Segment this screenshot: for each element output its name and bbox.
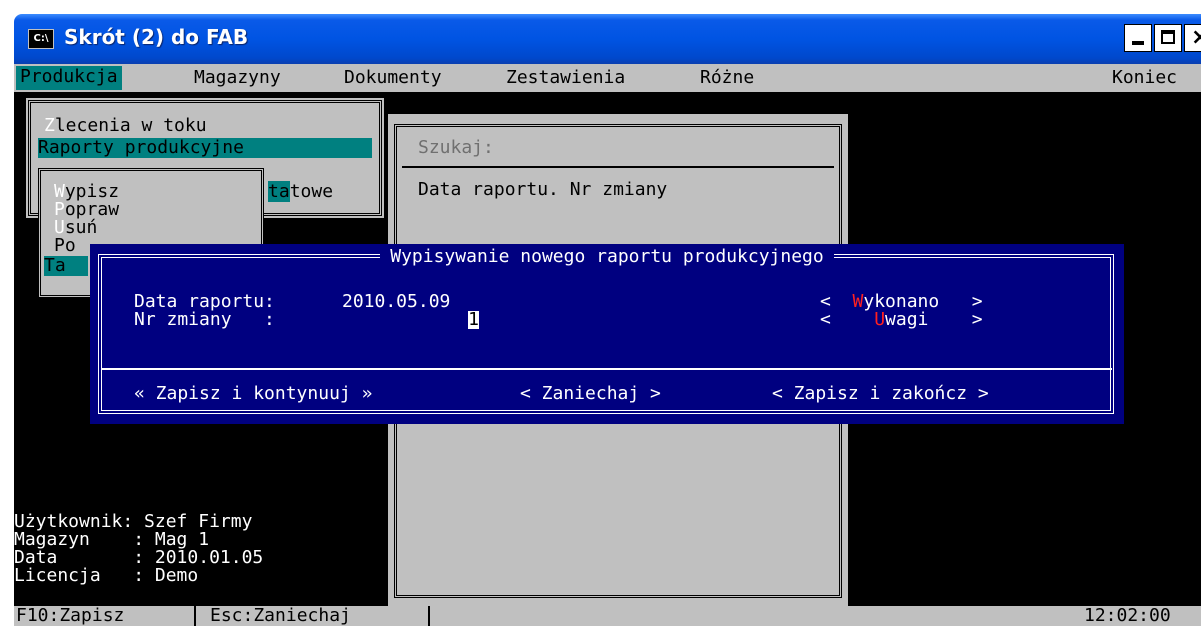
save-close-button[interactable]: < Zapisz i zakończ > <box>772 384 989 404</box>
search-label: Szukaj: <box>418 137 494 158</box>
submenu-item-po[interactable]: Po <box>54 236 76 256</box>
status-divider <box>194 606 196 626</box>
date-input[interactable]: 2010.05.09 <box>342 292 450 312</box>
status-divider <box>428 606 430 626</box>
status-clock: 12:02:00 <box>1084 605 1171 626</box>
shift-input[interactable]: 1 <box>468 310 479 330</box>
status-esc[interactable]: Esc:Zaniechaj <box>210 606 351 626</box>
cancel-button[interactable]: < Zaniechaj > <box>520 384 661 404</box>
title-bar: C:\ Skrót (2) do FAB × <box>14 14 1201 64</box>
new-report-dialog: Wypisywanie nowego raportu produkcyjnego… <box>90 244 1124 424</box>
menu-item-zlecenia[interactable]: Zlecenia w toku <box>44 116 207 136</box>
menu-koniec[interactable]: Koniec <box>1112 68 1177 88</box>
maximize-icon <box>1161 30 1175 44</box>
status-f10[interactable]: F10:Zapisz <box>16 606 124 626</box>
search-divider <box>402 166 834 168</box>
minimize-icon <box>1132 41 1144 45</box>
menu-bar: Produkcja Magazyny Dokumenty Zestawienia… <box>14 64 1201 92</box>
dialog-separator <box>102 368 1112 370</box>
submenu-item-ta[interactable]: Ta <box>44 256 88 276</box>
shift-value: 1 <box>468 309 479 330</box>
menu-rozne[interactable]: Różne <box>700 68 754 88</box>
notes-button[interactable]: < Uwagi > <box>820 310 983 330</box>
status-bar: F10:Zapisz Esc:Zaniechaj 12:02:00 <box>14 606 1201 626</box>
save-continue-button[interactable]: « Zapisz i kontynuuj » <box>134 384 372 404</box>
menu-produkcja[interactable]: Produkcja <box>16 66 122 90</box>
menu-item-statystyczne[interactable]: tatowe <box>268 181 333 202</box>
menu-dokumenty[interactable]: Dokumenty <box>344 68 442 88</box>
maximize-button[interactable] <box>1154 24 1182 52</box>
window-title: Skrót (2) do FAB <box>64 25 249 49</box>
console-area: Produkcja Magazyny Dokumenty Zestawienia… <box>14 64 1201 626</box>
menu-item-raporty[interactable]: Raporty produkcyjne <box>38 138 372 158</box>
shift-label: Nr zmiany : <box>134 309 275 330</box>
dialog-title-text: Wypisywanie nowego raportu produkcyjnego <box>380 246 834 267</box>
minimize-button[interactable] <box>1124 24 1152 52</box>
console-icon[interactable]: C:\ <box>28 29 54 49</box>
menu-magazyny[interactable]: Magazyny <box>194 68 281 88</box>
info-license: Licencja : Demo <box>14 565 199 586</box>
search-field[interactable]: Data raportu. Nr zmiany <box>418 180 667 200</box>
dialog-title: Wypisywanie nowego raportu produkcyjnego <box>90 246 1124 267</box>
menu-zestawienia[interactable]: Zestawienia <box>506 68 625 88</box>
close-icon: × <box>1191 25 1201 50</box>
close-button[interactable]: × <box>1184 24 1201 52</box>
